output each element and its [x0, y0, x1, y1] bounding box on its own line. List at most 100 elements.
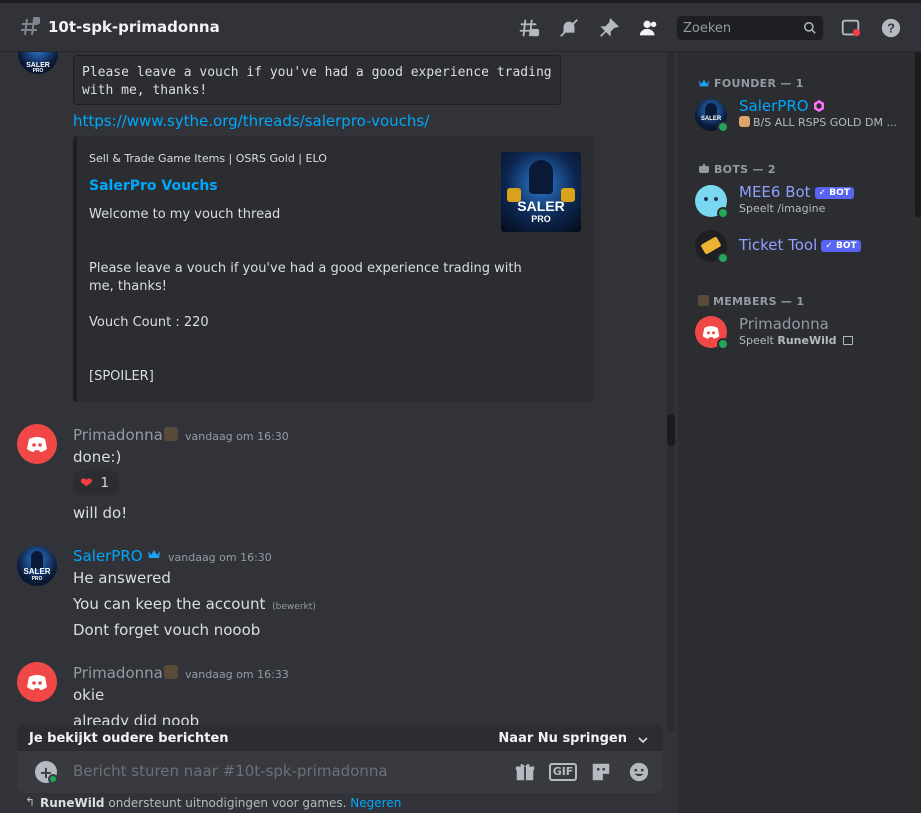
notification-settings-icon[interactable] [549, 14, 589, 42]
member-list: FOUNDER — 1 SALER SalerPRO B/S ALL RSPS … [678, 52, 921, 813]
message-text-content: You can keep the account [73, 595, 266, 613]
gif-icon[interactable]: GIF [548, 760, 578, 784]
notice-text: ondersteunt uitnodigingen voor games. [104, 796, 351, 810]
message-text: He answered [73, 569, 171, 587]
embed-description-line: me, thanks! [89, 279, 167, 294]
message-input[interactable]: Bericht sturen naar #10t-spk-primadonna [73, 762, 388, 780]
nitro-boost-icon [814, 100, 825, 112]
member-name: Primadonna [739, 315, 829, 333]
embed-title[interactable]: SalerPro Vouchs [89, 178, 218, 194]
chat-scroll-thumb[interactable] [667, 414, 675, 446]
search-placeholder: Zoeken [683, 20, 732, 36]
code-line: Please leave a vouch if you've had a goo… [82, 65, 552, 80]
embed-description-line: Welcome to my vouch thread [89, 207, 281, 222]
salerpro-avatar[interactable]: SALER PRO [18, 52, 58, 74]
category-label: FOUNDER — 1 [714, 77, 804, 90]
status-emoji-icon [739, 116, 750, 127]
message-text: okie [73, 686, 105, 704]
code-line: with me, thanks! [82, 83, 208, 98]
threads-icon[interactable] [509, 14, 549, 42]
bot-badge-label: BOT [829, 188, 850, 198]
inbox-icon[interactable] [831, 14, 871, 42]
dismiss-notice-link[interactable]: Negeren [350, 796, 401, 810]
attach-plus-icon[interactable]: + [35, 761, 58, 784]
primadonna-avatar[interactable] [17, 662, 57, 702]
sticker-icon[interactable] [589, 760, 613, 784]
member-name-text: Ticket Tool [739, 236, 818, 254]
online-status-icon [717, 338, 729, 350]
help-icon[interactable]: ? [871, 14, 911, 42]
message-timestamp[interactable]: vandaag om 16:33 [185, 668, 289, 681]
bot-badge: ✓ BOT [814, 187, 854, 199]
thumbnail-text: PRO [531, 214, 551, 224]
rich-presence-icon [843, 336, 854, 345]
embed-thumbnail[interactable]: SALER PRO [501, 152, 581, 232]
message-list[interactable]: SALER PRO Please leave a vouch if you've… [0, 52, 678, 813]
message-author[interactable]: SalerPRO [73, 547, 143, 565]
member-status: B/S ALL RSPS GOLD DM ... [739, 116, 897, 129]
online-status-icon [717, 121, 729, 133]
embed-spoiler[interactable]: [SPOILER] [89, 368, 154, 386]
embed-description-line: Vouch Count : 220 [89, 315, 209, 330]
link-embed: Sell & Trade Game Items | OSRS Gold | EL… [73, 136, 593, 402]
member-name-text: MEE6 Bot [739, 183, 811, 201]
svg-text:?: ? [887, 21, 895, 36]
crown-icon [147, 548, 161, 564]
member-status-prefix: Speelt [739, 334, 778, 347]
message-timestamp[interactable]: vandaag om 16:30 [168, 551, 272, 564]
online-status-icon [717, 207, 729, 219]
member-list-icon[interactable] [629, 14, 669, 42]
member-name: MEE6 Bot ✓ BOT [739, 183, 854, 201]
chat-scrollbar[interactable] [667, 52, 675, 732]
reaction-heart[interactable]: ❤ 1 [73, 471, 119, 495]
discord-window: 10t-spk-primadonna Zoeken ? SALER PRO Pl… [0, 0, 921, 813]
message-text: You can keep the account (bewerkt) [73, 595, 316, 613]
message-author[interactable]: Primadonna [73, 426, 163, 444]
channel-title: 10t-spk-primadonna [48, 18, 220, 36]
message-timestamp[interactable]: vandaag om 16:30 [185, 430, 289, 443]
bot-role-icon [699, 164, 709, 173]
vouch-link[interactable]: https://www.sythe.org/threads/salerpro-v… [73, 112, 429, 130]
emoji-icon[interactable] [627, 760, 651, 784]
embed-description-line: Please leave a vouch if you've had a goo… [89, 261, 522, 276]
embed-provider[interactable]: Sell & Trade Game Items | OSRS Gold | EL… [89, 152, 327, 165]
crown-icon [699, 79, 709, 87]
pinned-messages-icon[interactable] [589, 14, 629, 42]
role-icon [698, 295, 709, 306]
member-name: Ticket Tool ✓ BOT [739, 236, 861, 254]
category-bots: BOTS — 2 [698, 163, 776, 176]
text-channel-icon [18, 15, 42, 39]
chevron-down-icon[interactable] [637, 734, 649, 746]
role-icon [164, 427, 178, 441]
category-label: MEMBERS — 1 [713, 295, 805, 308]
member-status: Speelt /imagine [739, 202, 826, 215]
heart-icon: ❤ [80, 474, 93, 492]
invite-arrow-icon: ↰ [25, 795, 36, 809]
game-invite-notice: ↰ RuneWild ondersteunt uitnodigingen voo… [25, 795, 401, 810]
member-list-scrollbar[interactable] [915, 52, 921, 217]
online-status-icon [717, 252, 729, 264]
member-status-text: B/S ALL RSPS GOLD DM ... [753, 116, 897, 129]
message-text: Dont forget vouch nooob [73, 621, 261, 639]
search-icon [804, 22, 816, 34]
primadonna-avatar[interactable] [17, 424, 57, 464]
member-name-text: SalerPRO [739, 97, 809, 115]
notice-game: RuneWild [40, 796, 105, 810]
bot-badge-label: BOT [835, 241, 857, 251]
gift-icon[interactable] [513, 760, 537, 784]
member-name: SalerPRO [739, 97, 825, 115]
member-status: Speelt RuneWild [739, 334, 854, 347]
salerpro-avatar[interactable]: SALER PRO [17, 546, 57, 586]
gif-label: GIF [548, 763, 578, 781]
member-avatar [695, 316, 729, 350]
thumbnail-text: SALER [517, 198, 565, 214]
jump-to-present-button[interactable]: Naar Nu springen [498, 731, 627, 746]
channel-header: 10t-spk-primadonna Zoeken ? [0, 0, 921, 52]
search-input[interactable]: Zoeken [677, 16, 823, 40]
edited-label: (bewerkt) [272, 602, 316, 612]
message-author[interactable]: Primadonna [73, 664, 163, 682]
category-founder: FOUNDER — 1 [698, 77, 804, 90]
message-text: will do! [73, 504, 128, 522]
bot-badge: ✓ BOT [821, 240, 861, 252]
member-avatar [695, 185, 729, 219]
